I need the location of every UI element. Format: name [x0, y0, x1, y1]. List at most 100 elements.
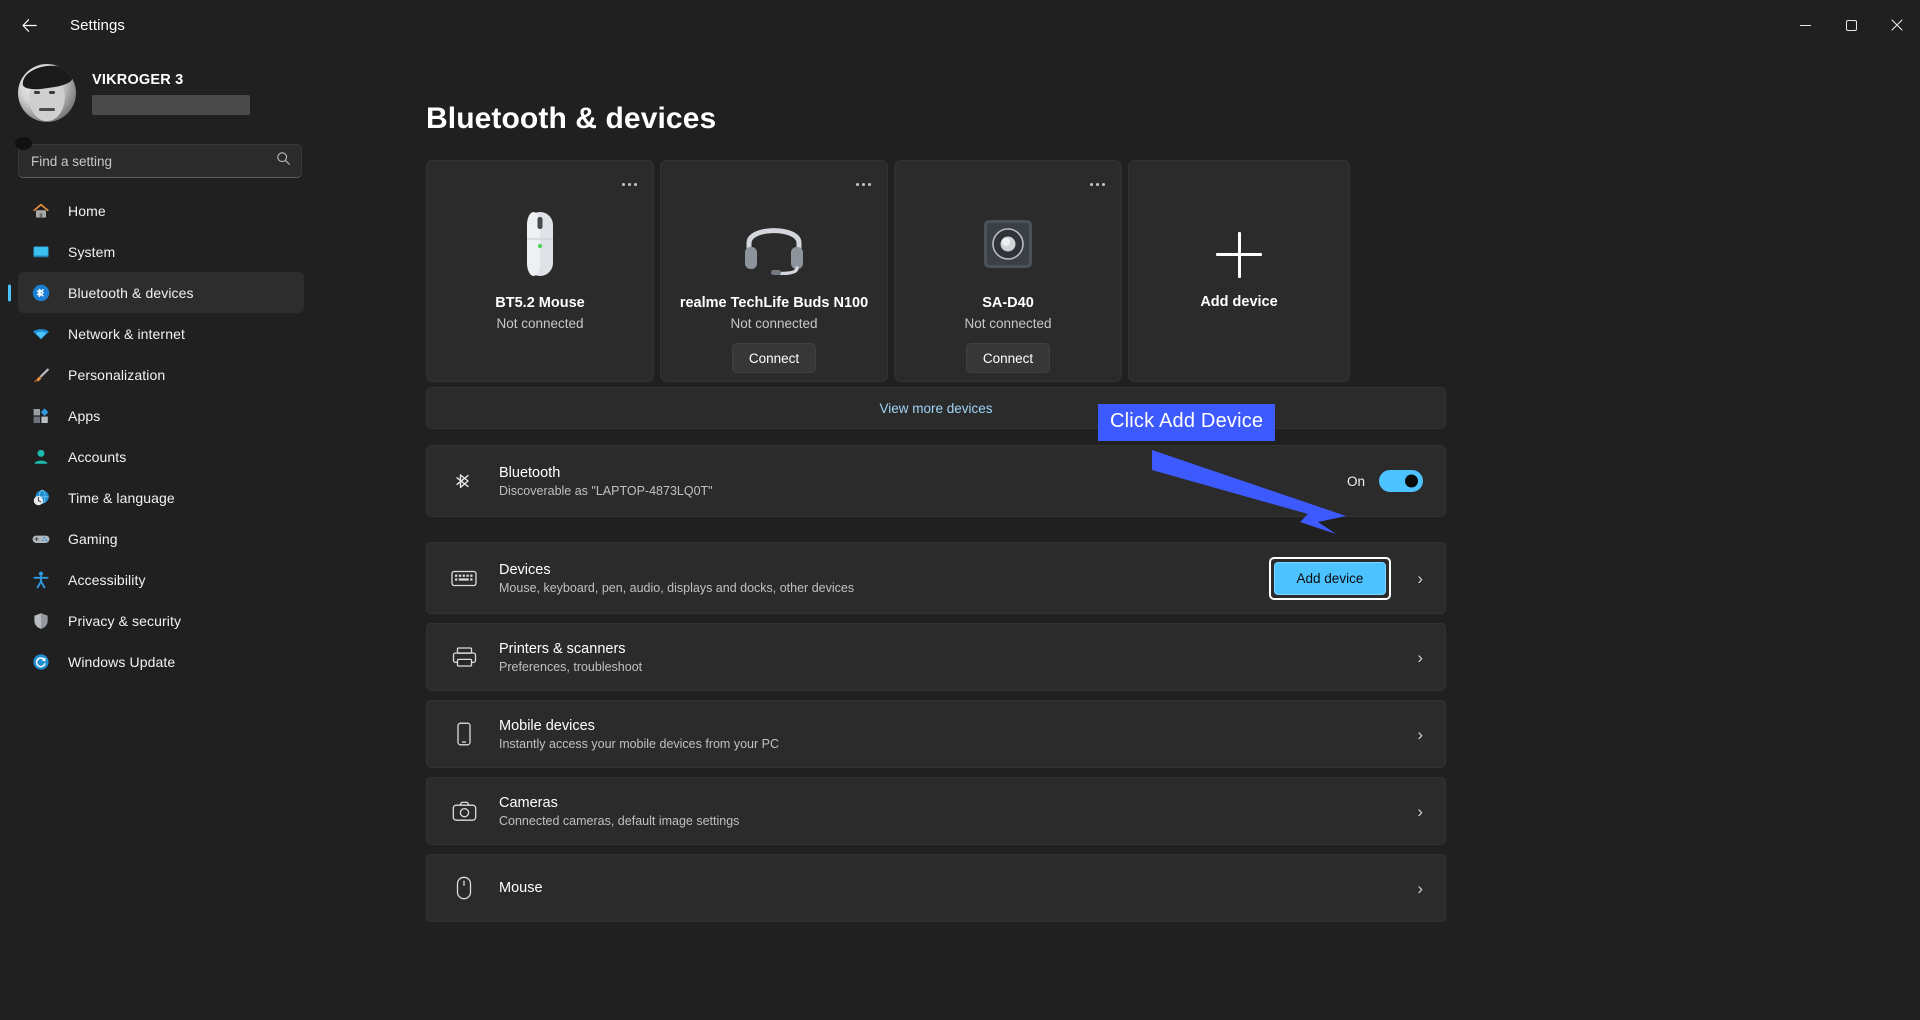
device-card[interactable]: realme TechLife Buds N100 Not connected …: [660, 160, 888, 382]
close-button[interactable]: [1874, 0, 1920, 50]
speaker-device-icon: [980, 207, 1036, 281]
camera-icon: [449, 801, 479, 822]
plus-icon: [1216, 232, 1262, 278]
device-card[interactable]: BT5.2 Mouse Not connected: [426, 160, 654, 382]
connect-button[interactable]: Connect: [731, 343, 817, 374]
minimize-button[interactable]: [1782, 0, 1828, 50]
settings-window: Settings VIKROGER 3 Find a setting Home …: [0, 0, 1920, 1020]
sidebar-item-network-internet[interactable]: Network & internet: [18, 313, 304, 354]
sidebar-item-label: Bluetooth & devices: [68, 284, 194, 301]
sidebar-nav: Home System Bluetooth & devices Network …: [0, 190, 304, 682]
add-device-tile[interactable]: Add device: [1128, 160, 1350, 382]
close-icon: [1891, 19, 1903, 31]
chevron-right-icon[interactable]: ›: [1417, 570, 1423, 587]
devices-row-title: Devices: [499, 561, 551, 578]
bluetooth-icon: [449, 468, 479, 494]
search-placeholder: Find a setting: [31, 153, 113, 169]
bluetooth-toggle-state-label: On: [1346, 473, 1365, 489]
sidebar-item-gaming[interactable]: Gaming: [18, 518, 304, 559]
sidebar-item-label: Network & internet: [68, 325, 185, 342]
sidebar-item-apps[interactable]: Apps: [18, 395, 304, 436]
cursor-artifact: [15, 137, 32, 150]
back-arrow-icon: [21, 18, 37, 32]
account-icon: [30, 446, 52, 468]
sidebar-item-label: Windows Update: [68, 653, 176, 670]
bluetooth-setting-row[interactable]: Bluetooth Discoverable as "LAPTOP-4873LQ…: [426, 445, 1446, 517]
sidebar-item-bluetooth-devices[interactable]: Bluetooth & devices: [18, 272, 304, 313]
account-email-redacted: [92, 94, 250, 115]
printer-icon: [449, 646, 479, 668]
wifi-icon: [30, 323, 52, 345]
devices-icon: [449, 567, 479, 589]
sidebar-item-system[interactable]: System: [18, 231, 304, 272]
cameras-row-subtitle: Connected cameras, default image setting…: [499, 813, 740, 828]
device-card[interactable]: SA-D40 Not connected Connect: [894, 160, 1122, 382]
mouse-row[interactable]: Mouse ›: [426, 854, 1446, 922]
bluetooth-toggle[interactable]: [1379, 470, 1423, 492]
device-name: realme TechLife Buds N100: [679, 295, 869, 311]
more-options-icon[interactable]: [1083, 171, 1111, 197]
connect-button[interactable]: Connect: [965, 343, 1051, 374]
sidebar-item-label: Gaming: [68, 530, 118, 547]
search-input[interactable]: Find a setting: [15, 137, 302, 178]
more-options-icon[interactable]: [849, 171, 877, 197]
page-title: Bluetooth & devices: [426, 102, 717, 135]
sidebar-item-accessibility[interactable]: Accessibility: [18, 559, 304, 600]
add-device-tile-label: Add device: [1200, 294, 1278, 310]
phone-icon: [449, 722, 479, 746]
add-device-button[interactable]: Add device: [1273, 561, 1387, 595]
cameras-row-title: Cameras: [499, 794, 558, 811]
mouse-icon: [449, 876, 479, 900]
sidebar-item-home[interactable]: Home: [18, 190, 304, 231]
printers-row-title: Printers & scanners: [499, 640, 626, 657]
maximize-button[interactable]: [1828, 0, 1874, 50]
mobile-devices-row-subtitle: Instantly access your mobile devices fro…: [499, 736, 779, 751]
sidebar-item-label: Accounts: [68, 448, 127, 465]
sidebar-item-accounts[interactable]: Accounts: [18, 436, 304, 477]
sidebar-item-time-language[interactable]: Time & language: [18, 477, 304, 518]
minimize-icon: [1799, 24, 1811, 26]
paintbrush-icon: [30, 364, 52, 386]
annotation-callout: Click Add Device: [1098, 404, 1276, 441]
sidebar-item-personalization[interactable]: Personalization: [18, 354, 304, 395]
search-icon: [276, 151, 291, 171]
devices-setting-row[interactable]: Devices Mouse, keyboard, pen, audio, dis…: [426, 542, 1446, 614]
apps-icon: [30, 405, 52, 427]
bluetooth-row-subtitle: Discoverable as "LAPTOP-4873LQ0T": [499, 483, 713, 498]
bluetooth-icon: [30, 282, 52, 304]
mouse-device-icon: [518, 207, 562, 281]
chevron-right-icon[interactable]: ›: [1417, 726, 1423, 743]
sidebar-item-label: Personalization: [68, 366, 166, 383]
sidebar-item-windows-update[interactable]: Windows Update: [18, 641, 304, 682]
home-icon: [30, 200, 52, 222]
window-body: VIKROGER 3 Find a setting Home System Bl…: [0, 50, 1920, 1020]
back-button[interactable]: [8, 8, 50, 42]
more-options-icon[interactable]: [615, 171, 643, 197]
system-icon: [30, 241, 52, 263]
view-more-devices-row[interactable]: View more devices: [426, 387, 1446, 429]
accessibility-icon: [30, 569, 52, 591]
chevron-right-icon[interactable]: ›: [1417, 649, 1423, 666]
mobile-devices-row[interactable]: Mobile devices Instantly access your mob…: [426, 700, 1446, 768]
mouse-row-title: Mouse: [499, 880, 543, 896]
mobile-devices-row-title: Mobile devices: [499, 717, 595, 734]
sidebar-item-privacy-security[interactable]: Privacy & security: [18, 600, 304, 641]
app-title: Settings: [70, 16, 125, 34]
avatar: [18, 64, 76, 122]
sidebar-item-label: Time & language: [68, 489, 175, 506]
device-status: Not connected: [496, 316, 584, 332]
printers-scanners-row[interactable]: Printers & scanners Preferences, trouble…: [426, 623, 1446, 691]
device-name: BT5.2 Mouse: [495, 295, 585, 311]
headset-device-icon: [741, 207, 807, 281]
devices-row-subtitle: Mouse, keyboard, pen, audio, displays an…: [499, 580, 855, 595]
cameras-row[interactable]: Cameras Connected cameras, default image…: [426, 777, 1446, 845]
device-status: Not connected: [964, 316, 1052, 332]
account-block[interactable]: VIKROGER 3: [0, 50, 304, 136]
device-name: SA-D40: [982, 295, 1034, 311]
sidebar-item-label: Privacy & security: [68, 612, 182, 629]
maximize-icon: [1845, 19, 1857, 31]
chevron-right-icon[interactable]: ›: [1417, 880, 1423, 897]
sidebar-item-label: Accessibility: [68, 571, 146, 588]
chevron-right-icon[interactable]: ›: [1417, 803, 1423, 820]
view-more-devices-link[interactable]: View more devices: [879, 401, 992, 416]
